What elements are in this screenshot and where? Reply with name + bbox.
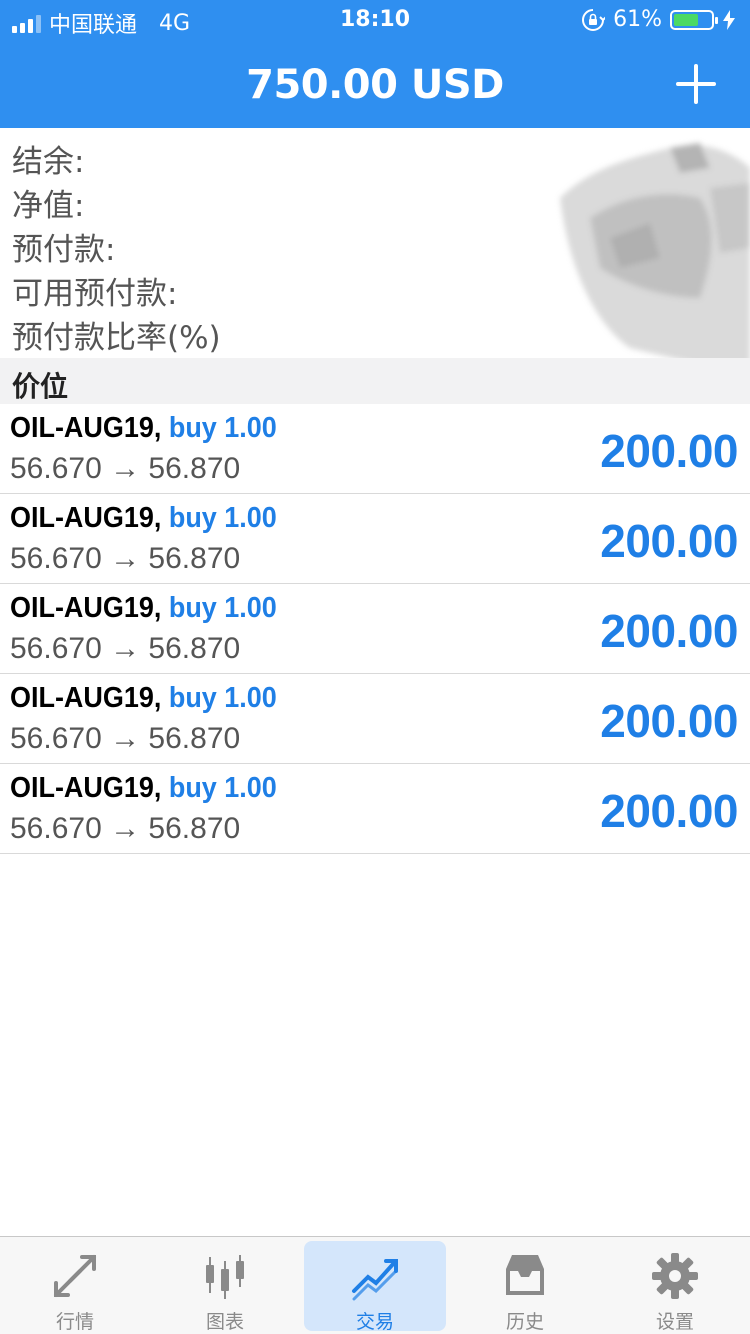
- position-row[interactable]: OIL-AUG19, buy 1.00 56.670 → 56.870 200.…: [0, 404, 750, 494]
- account-balance-title: 750.00 USD: [246, 62, 504, 108]
- position-side: buy 1.00: [168, 772, 277, 804]
- position-symbol: OIL-AUG19, buy 1.00: [10, 412, 277, 445]
- position-profit: 200.00: [600, 605, 738, 657]
- position-side: buy 1.00: [168, 682, 277, 714]
- symbol-name: OIL-AUG19,: [10, 502, 162, 534]
- symbol-name: OIL-AUG19,: [10, 592, 162, 624]
- margin-label: 预付款:: [12, 232, 116, 268]
- tab-quotes[interactable]: 行情: [4, 1241, 146, 1333]
- equity-label: 净值:: [12, 188, 85, 224]
- status-bar: 中国联通 4G 18:10 61%: [0, 0, 750, 40]
- position-side: buy 1.00: [168, 502, 277, 534]
- tab-trade[interactable]: 交易: [304, 1241, 446, 1333]
- candlestick-chart-icon: [206, 1255, 244, 1299]
- tab-settings[interactable]: 设置: [604, 1241, 746, 1333]
- position-symbol: OIL-AUG19, buy 1.00: [10, 682, 277, 715]
- positions-list: OIL-AUG19, buy 1.00 56.670 → 56.870 200.…: [0, 404, 750, 854]
- position-symbol: OIL-AUG19, buy 1.00: [10, 772, 277, 805]
- position-profit: 200.00: [600, 425, 738, 477]
- tab-bar: 行情 图表 交易 历史 设置: [0, 1236, 750, 1334]
- position-prices: 56.670 → 56.870: [10, 542, 241, 575]
- tab-history[interactable]: 历史: [454, 1241, 596, 1333]
- tab-label: 历史: [505, 1311, 544, 1333]
- top-bar: 中国联通 4G 18:10 61% 750.00 USD: [0, 0, 750, 128]
- trade-trend-icon: [352, 1259, 398, 1301]
- position-symbol: OIL-AUG19, buy 1.00: [10, 592, 277, 625]
- ink-painting-watermark: [560, 143, 750, 358]
- tab-label: 图表: [205, 1311, 244, 1333]
- status-right: 61%: [581, 7, 736, 32]
- position-prices: 56.670 → 56.870: [10, 722, 241, 755]
- charging-bolt-icon: [723, 9, 735, 30]
- quotes-arrows-icon: [54, 1255, 96, 1297]
- position-profit: 200.00: [600, 785, 738, 837]
- position-prices: 56.670 → 56.870: [10, 632, 241, 665]
- positions-section-title: 价位: [12, 370, 69, 403]
- position-side: buy 1.00: [168, 412, 277, 444]
- tab-charts[interactable]: 图表: [154, 1241, 296, 1333]
- position-profit: 200.00: [600, 515, 738, 567]
- position-row[interactable]: OIL-AUG19, buy 1.00 56.670 → 56.870 200.…: [0, 494, 750, 584]
- battery-icon: [670, 9, 718, 30]
- position-prices: 56.670 → 56.870: [10, 812, 241, 845]
- position-profit: 200.00: [600, 695, 738, 747]
- tab-label: 行情: [55, 1311, 94, 1333]
- position-row[interactable]: OIL-AUG19, buy 1.00 56.670 → 56.870 200.…: [0, 764, 750, 854]
- tab-label: 交易: [355, 1311, 394, 1333]
- position-row[interactable]: OIL-AUG19, buy 1.00 56.670 → 56.870 200.…: [0, 584, 750, 674]
- rotation-lock-icon: [582, 8, 606, 31]
- margin-level-label: 预付款比率(%): [12, 320, 221, 356]
- account-summary: 结余: 净值: 预付款: 可用预付款: 预付款比率(%): [0, 128, 750, 358]
- add-order-button[interactable]: [676, 64, 716, 104]
- symbol-name: OIL-AUG19,: [10, 412, 162, 444]
- position-prices: 56.670 → 56.870: [10, 452, 241, 485]
- position-symbol: OIL-AUG19, buy 1.00: [10, 502, 277, 535]
- history-inbox-icon: [506, 1255, 544, 1295]
- position-side: buy 1.00: [168, 592, 277, 624]
- gear-icon: [652, 1253, 698, 1299]
- tab-label: 设置: [655, 1311, 694, 1333]
- free-margin-label: 可用预付款:: [12, 276, 178, 312]
- position-row[interactable]: OIL-AUG19, buy 1.00 56.670 → 56.870 200.…: [0, 674, 750, 764]
- battery-percent: 61%: [613, 7, 662, 32]
- balance-label: 结余:: [12, 144, 85, 180]
- symbol-name: OIL-AUG19,: [10, 682, 162, 714]
- symbol-name: OIL-AUG19,: [10, 772, 162, 804]
- positions-section-header: 价位: [0, 358, 750, 404]
